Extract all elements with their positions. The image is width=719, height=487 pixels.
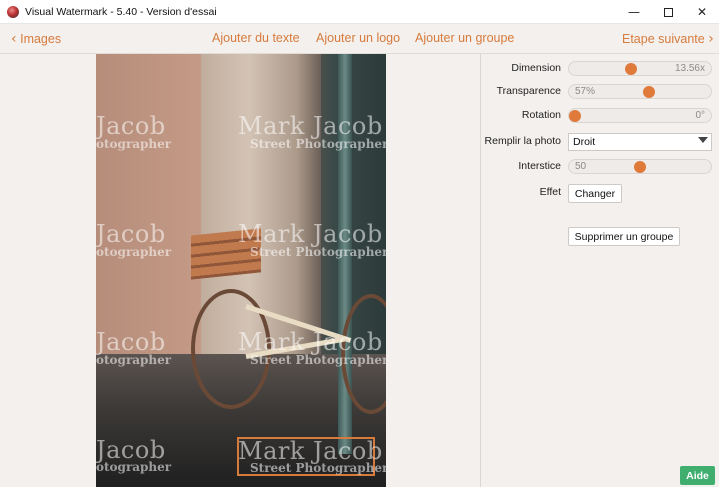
watermark-subtitle: Street Photographer (250, 461, 386, 475)
maximize-icon (663, 7, 673, 17)
chevron-down-icon (698, 137, 708, 143)
watermark-text: Mark Jacob (238, 220, 383, 248)
rotation-slider[interactable]: 0° (568, 108, 712, 123)
watermark-text: Mark Jacob (238, 112, 383, 140)
add-logo-link[interactable]: Ajouter un logo (316, 31, 400, 45)
watermark-text: Jacob (96, 112, 166, 140)
watermark-subtitle: otographer (96, 245, 172, 259)
transparence-row: Transparence 57% (481, 83, 719, 101)
back-to-images-link[interactable]: ‹ Images (11, 31, 61, 47)
next-step-link[interactable]: Etape suivante › (622, 31, 714, 47)
interstice-label: Interstice (518, 160, 561, 172)
close-icon: ✕ (696, 5, 708, 19)
effet-label: Effet (539, 186, 561, 198)
interstice-slider[interactable]: 50 (568, 159, 712, 174)
effet-row: Effet Changer (481, 184, 719, 203)
title-bar: Visual Watermark - 5.40 - Version d'essa… (0, 0, 719, 24)
change-effect-button[interactable]: Changer (568, 184, 622, 203)
rotation-value: 0° (695, 110, 705, 121)
fill-photo-label: Remplir la photo (484, 135, 561, 147)
watermark-subtitle: Street Photographer (250, 245, 386, 259)
dimension-label: Dimension (511, 62, 561, 74)
chevron-right-icon: › (708, 31, 714, 47)
window-controls: — ✕ (617, 0, 719, 24)
transparence-value: 57% (575, 86, 596, 97)
delete-group-button[interactable]: Supprimer un groupe (568, 227, 680, 246)
rotation-row: Rotation 0° (481, 107, 719, 125)
watermark-subtitle: Street Photographer (250, 353, 386, 367)
watermark-text: Jacob (96, 220, 166, 248)
dimension-value: 13.56x (674, 63, 705, 74)
next-label: Etape suivante (622, 32, 705, 46)
help-button[interactable]: Aide (680, 466, 715, 485)
slider-knob[interactable] (569, 110, 581, 122)
fill-photo-select[interactable]: Droit (568, 133, 712, 151)
minimize-icon: — (628, 5, 640, 19)
watermark-subtitle: otographer (96, 460, 172, 474)
interstice-value: 50 (575, 161, 587, 172)
dimension-row: Dimension 13.56x (481, 60, 719, 78)
slider-knob[interactable] (625, 63, 637, 75)
window-title: Visual Watermark - 5.40 - Version d'essa… (25, 5, 217, 18)
watermark-text: Mark Jacob (238, 437, 383, 465)
settings-panel: Dimension 13.56x Transparence 57% Rotati… (481, 54, 719, 487)
slider-knob[interactable] (634, 161, 646, 173)
watermark-subtitle: otographer (96, 353, 172, 367)
chevron-left-icon: ‹ (11, 31, 17, 47)
app-icon (7, 5, 19, 18)
add-group-link[interactable]: Ajouter un groupe (415, 31, 514, 45)
watermark-text: Jacob (96, 436, 166, 464)
watermark-text: Mark Jacob (238, 328, 383, 356)
back-label: Images (20, 32, 62, 46)
slider-knob[interactable] (643, 86, 655, 98)
transparence-label: Transparence (496, 85, 561, 97)
add-text-link[interactable]: Ajouter du texte (212, 31, 300, 45)
preview-area: Jacob otographer Mark Jacob Street Photo… (0, 54, 481, 487)
fill-photo-value: Droit (573, 136, 596, 148)
dimension-slider[interactable]: 13.56x (568, 61, 712, 76)
watermark-subtitle: Street Photographer (250, 137, 386, 151)
photo-preview[interactable]: Jacob otographer Mark Jacob Street Photo… (96, 54, 386, 487)
maximize-button[interactable] (651, 0, 685, 24)
fill-photo-row: Remplir la photo Droit (481, 133, 719, 151)
minimize-button[interactable]: — (617, 0, 651, 24)
interstice-row: Interstice 50 (481, 158, 719, 176)
close-button[interactable]: ✕ (685, 0, 719, 24)
watermark-subtitle: otographer (96, 137, 172, 151)
watermark-text: Jacob (96, 328, 166, 356)
rotation-label: Rotation (521, 109, 561, 121)
transparence-slider[interactable]: 57% (568, 84, 712, 99)
toolbar: ‹ Images Ajouter du texte Ajouter un log… (0, 24, 719, 54)
